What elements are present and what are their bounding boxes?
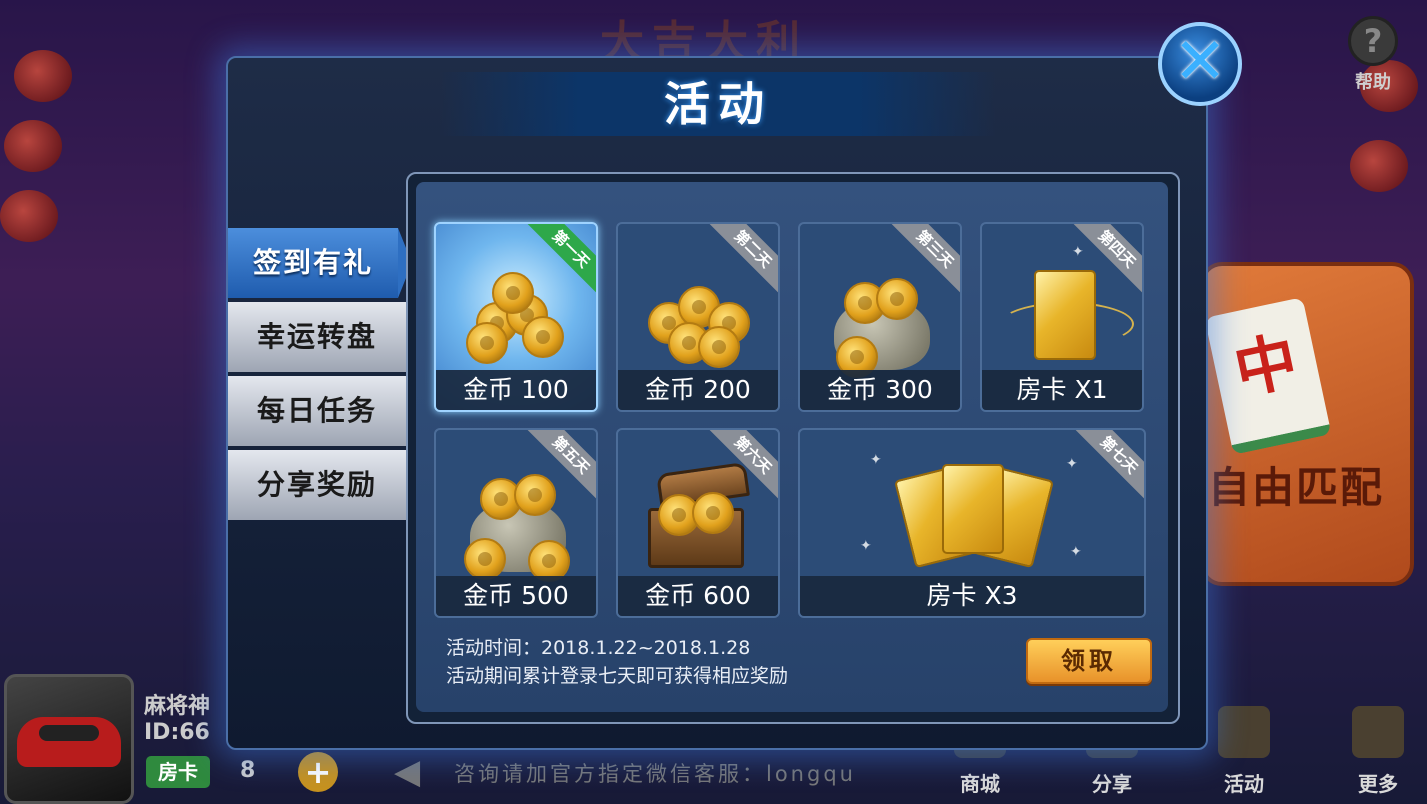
reward-label: 金币 200: [618, 370, 778, 410]
close-button[interactable]: ✕: [1158, 22, 1242, 106]
lantern-decoration: [4, 120, 62, 172]
sign-in-panel: 第一天 金币 100 第二天 金币 200 第三天 金币 300 ✦ 第四天 房…: [406, 172, 1180, 724]
nav-more[interactable]: 更多: [1338, 700, 1418, 804]
close-icon: ✕: [1173, 25, 1227, 99]
notice-bar: ◀ 咨询请加官方指定微信客服：longqu: [390, 748, 910, 794]
modal-title-bar: 活动: [440, 72, 996, 136]
add-card-button[interactable]: +: [298, 752, 338, 792]
tab-label: 每日任务: [256, 394, 377, 427]
reward-label: 房卡 X1: [982, 370, 1142, 410]
modal-title: 活动: [664, 77, 772, 131]
claim-label: 领取: [1061, 647, 1117, 675]
room-card-badge: 房卡: [146, 756, 210, 788]
nav-label: 更多: [1358, 772, 1398, 796]
avatar[interactable]: [4, 674, 134, 804]
help-label: 帮助: [1355, 72, 1391, 93]
nav-label: 商城: [960, 772, 1000, 796]
activity-info: 活动时间：2018.1.22~2018.1.28 活动期间累计登录七天即可获得相…: [446, 634, 788, 690]
tab-sign-in[interactable]: 签到有礼: [228, 228, 412, 298]
free-match-label: 自由匹配: [1208, 463, 1385, 512]
tab-label: 分享奖励: [256, 468, 377, 501]
tab-label: 幸运转盘: [256, 320, 377, 353]
reward-day-4[interactable]: ✦ 第四天 房卡 X1: [980, 222, 1144, 412]
help-icon: ?: [1348, 16, 1398, 66]
reward-day-3[interactable]: 第三天 金币 300: [798, 222, 962, 412]
reward-day-1[interactable]: 第一天 金币 100: [434, 222, 598, 412]
gift-icon: [1218, 706, 1270, 758]
sign-in-grid: 第一天 金币 100 第二天 金币 200 第三天 金币 300 ✦ 第四天 房…: [416, 182, 1168, 712]
speaker-icon: ◀: [394, 752, 421, 792]
reward-day-7[interactable]: ✦ ✦ ✦ ✦ 第七天 房卡 X3: [798, 428, 1146, 618]
lantern-decoration: [0, 190, 58, 242]
car-icon: [17, 717, 121, 767]
notice-text: 咨询请加官方指定微信客服：longqu: [454, 762, 856, 786]
tab-lucky-wheel[interactable]: 幸运转盘: [228, 302, 406, 372]
tab-share-reward[interactable]: 分享奖励: [228, 450, 406, 520]
activity-modal: 活动 签到有礼 幸运转盘 每日任务 分享奖励 第一天 金币 100 第二天 金币…: [226, 56, 1208, 750]
tab-label: 签到有礼: [252, 246, 373, 279]
activity-tabs: 签到有礼 幸运转盘 每日任务 分享奖励: [228, 228, 412, 524]
player-id: ID:66: [144, 720, 210, 745]
nav-activity[interactable]: 活动: [1204, 700, 1284, 804]
tab-daily-tasks[interactable]: 每日任务: [228, 376, 406, 446]
nav-label: 活动: [1224, 772, 1264, 796]
help-button[interactable]: ? 帮助: [1338, 16, 1408, 94]
room-card-count: 8: [240, 758, 256, 783]
nav-label: 分享: [1092, 772, 1132, 796]
activity-description: 活动期间累计登录七天即可获得相应奖励: [446, 665, 789, 687]
free-match-button[interactable]: 中 自由匹配: [1200, 262, 1414, 586]
reward-day-6[interactable]: 第六天 金币 600: [616, 428, 780, 618]
reward-day-5[interactable]: 第五天 金币 500: [434, 428, 598, 618]
reward-label: 金币 300: [800, 370, 960, 410]
activity-time: 活动时间：2018.1.22~2018.1.28: [446, 637, 751, 659]
lantern-decoration: [14, 50, 72, 102]
reward-label: 金币 100: [436, 370, 596, 410]
reward-label: 房卡 X3: [800, 576, 1144, 616]
reward-label: 金币 600: [618, 576, 778, 616]
more-icon: [1352, 706, 1404, 758]
reward-label: 金币 500: [436, 576, 596, 616]
player-name: 麻将神: [144, 694, 211, 719]
mahjong-tile-icon: 中: [1204, 297, 1332, 455]
reward-day-2[interactable]: 第二天 金币 200: [616, 222, 780, 412]
claim-button[interactable]: 领取: [1026, 638, 1152, 684]
gold-cards-icon: ✦ ✦ ✦ ✦: [800, 448, 1144, 576]
lantern-decoration: [1350, 140, 1408, 192]
